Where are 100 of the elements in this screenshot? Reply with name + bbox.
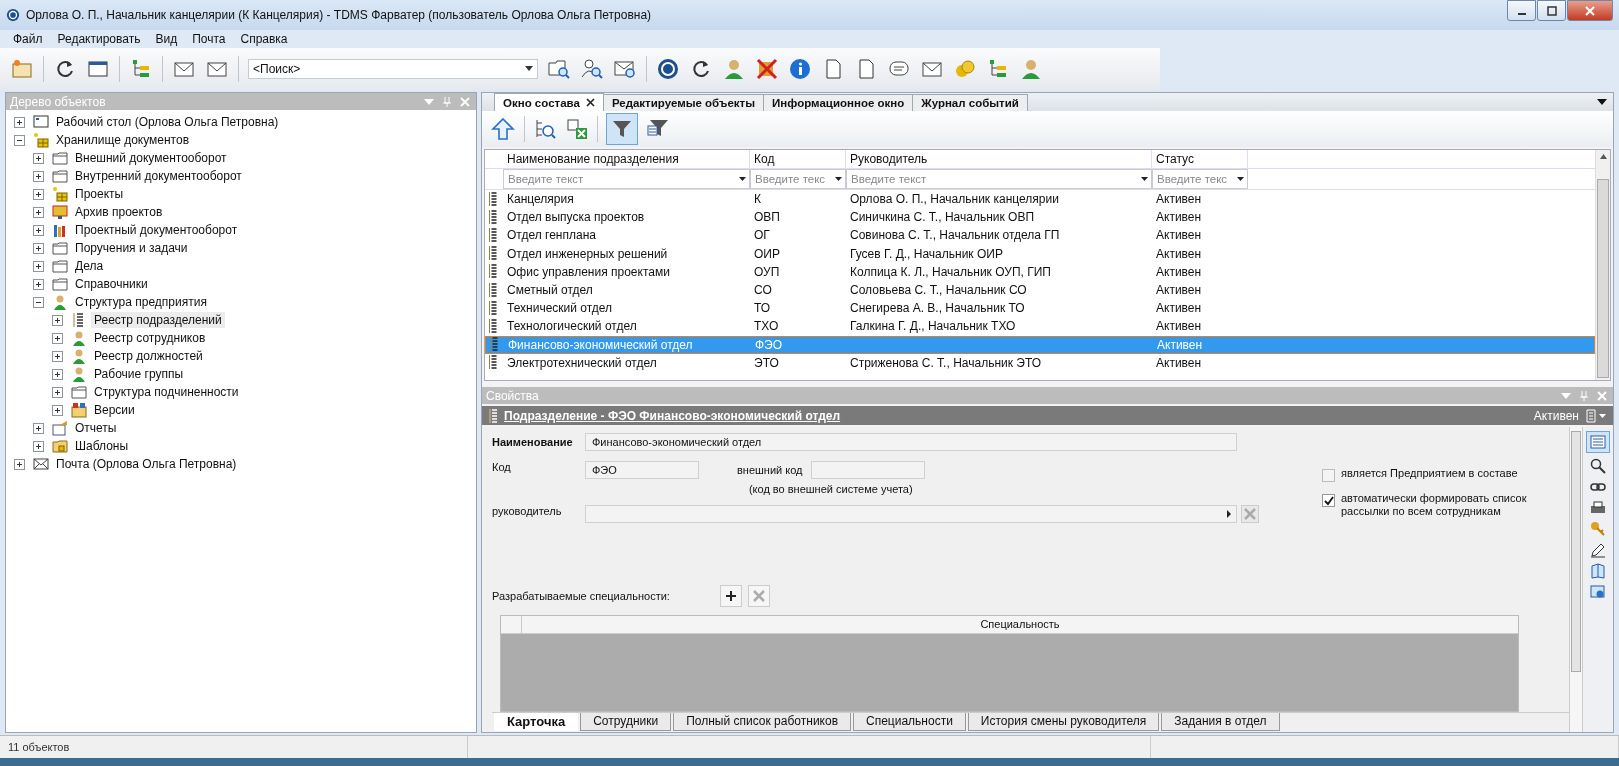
expand-icon[interactable] — [52, 350, 63, 362]
tab[interactable]: Карточка — [494, 713, 579, 731]
menu-item[interactable]: Почта — [185, 32, 233, 46]
tab[interactable]: Редактируемые объекты — [602, 94, 765, 111]
table-row[interactable]: Технический отдел ТО Снегирева А. В., Начальник ТО Активен — [485, 299, 1595, 318]
menu-item[interactable]: Редактировать — [50, 32, 148, 46]
column-header[interactable]: Наименование подразделения — [503, 150, 750, 168]
filter-field[interactable]: Введите текст — [503, 169, 750, 189]
pencil-icon[interactable] — [1590, 542, 1606, 558]
tree-item[interactable]: Почта (Орлова Ольга Петровна) — [53, 456, 240, 472]
tab[interactable]: Задания в отдел — [1161, 713, 1280, 731]
table-row[interactable]: Канцелярия К Орлова О. П., Начальник канцелярии Активен — [485, 190, 1595, 209]
minimize-button[interactable] — [1507, 0, 1536, 21]
dropdown-icon[interactable] — [835, 177, 842, 182]
close-button[interactable] — [1567, 0, 1613, 21]
tab[interactable]: Сотрудники — [580, 713, 672, 731]
expand-icon[interactable] — [52, 314, 63, 326]
expand-icon[interactable] — [14, 458, 25, 470]
menu-item[interactable]: Файл — [6, 32, 50, 46]
tab[interactable]: Информационное окно — [763, 94, 914, 111]
column-header[interactable]: Статус — [1152, 150, 1248, 168]
expand-icon[interactable] — [33, 170, 44, 182]
person-icon[interactable] — [722, 57, 746, 81]
plus-icon[interactable] — [725, 590, 737, 602]
tree-item[interactable]: Поручения и задачи — [72, 240, 191, 256]
tree-item[interactable]: Реестр должностей — [91, 348, 206, 364]
filter-field[interactable]: Введите текс — [1152, 169, 1248, 189]
expand-icon[interactable] — [33, 206, 44, 218]
expand-icon[interactable] — [33, 242, 44, 254]
external-code-field[interactable] — [810, 461, 925, 479]
expand-icon[interactable] — [33, 152, 44, 164]
tree-item[interactable]: Шаблоны — [72, 438, 132, 454]
tab[interactable]: Окно состава — [494, 93, 604, 111]
expand-icon[interactable] — [52, 404, 63, 416]
menu-item[interactable]: Вид — [148, 32, 185, 46]
close-icon[interactable] — [585, 98, 595, 107]
excel-export-icon[interactable] — [565, 117, 589, 141]
dropdown-icon[interactable] — [1141, 177, 1148, 182]
tree-item[interactable]: Проекты — [72, 186, 127, 202]
maximize-button[interactable] — [1537, 0, 1566, 21]
collapse-icon[interactable] — [14, 134, 25, 146]
up-arrow-icon[interactable] — [490, 116, 516, 142]
tree-item[interactable]: Рабочий стол (Орлова Ольга Петровна) — [53, 114, 282, 130]
tab[interactable]: Полный список работников — [673, 713, 851, 731]
tab[interactable]: История смены руководителя — [967, 713, 1160, 731]
dropdown-icon[interactable] — [1597, 98, 1607, 106]
scrollbar[interactable] — [1595, 150, 1610, 380]
arrow-right-icon[interactable] — [1226, 510, 1232, 518]
person-icon[interactable] — [1019, 57, 1043, 81]
add-button[interactable] — [720, 585, 742, 607]
table-row[interactable]: Технологический отдел ТХО Галкина Г. Д., Начальник ТХО Активен — [485, 317, 1595, 336]
dropdown-icon[interactable] — [525, 66, 533, 72]
expand-icon[interactable] — [52, 386, 63, 398]
dropdown-icon[interactable] — [739, 177, 746, 182]
settings-icon[interactable] — [1590, 584, 1606, 600]
tree-item[interactable]: Справочники — [72, 276, 151, 292]
filter-field[interactable]: Введите текст — [846, 169, 1152, 189]
expand-icon[interactable] — [14, 116, 25, 128]
column-header[interactable]: Код — [750, 150, 846, 168]
tree-item[interactable]: Структура подчиненности — [91, 384, 242, 400]
code-field[interactable]: ФЭО — [585, 461, 699, 479]
globe-icon[interactable] — [656, 57, 680, 81]
info-icon[interactable] — [788, 57, 812, 81]
expand-icon[interactable] — [33, 278, 44, 290]
tree-item[interactable]: Хранилище документов — [53, 132, 193, 148]
maximize-icon[interactable] — [1546, 5, 1557, 16]
name-field[interactable]: Финансово-экономический отдел — [585, 433, 1237, 451]
collapse-icon[interactable] — [33, 296, 44, 308]
search-field[interactable]: <Поиск> — [248, 59, 538, 79]
tree-item[interactable]: Проектный документооборот — [72, 222, 241, 238]
tree-item[interactable]: Отчеты — [72, 420, 120, 436]
dropdown-icon[interactable] — [1237, 177, 1244, 182]
person-search-icon[interactable] — [580, 57, 604, 81]
column-header[interactable]: Руководитель — [846, 150, 1152, 168]
tree-item[interactable]: Внешний документооборот — [72, 150, 230, 166]
folder-search-icon[interactable] — [547, 57, 571, 81]
cross-icon[interactable] — [755, 57, 779, 81]
tree-item[interactable]: Рабочие группы — [91, 366, 187, 382]
table-row[interactable]: Сметный отдел СО Соловьева С. Т., Начальник СО Активен — [485, 280, 1595, 300]
table-row[interactable]: Электротехнический отдел ЭТО Стриженова С. Т., Начальник ЭТО Активен — [485, 353, 1595, 372]
tab[interactable]: Журнал событий — [912, 94, 1028, 111]
object-title[interactable]: Подразделение - ФЭО Финансово-экономический отдел — [504, 408, 841, 423]
document-menu-icon[interactable] — [1585, 408, 1607, 423]
manager-field[interactable] — [585, 505, 1237, 523]
tab[interactable]: Специальности — [853, 713, 966, 731]
scroll-up-icon[interactable] — [1599, 154, 1607, 159]
tree-search-icon[interactable] — [533, 117, 557, 141]
expand-icon[interactable] — [33, 224, 44, 236]
filter-field[interactable]: Введите текс — [750, 169, 846, 189]
tree-item[interactable]: Дела — [72, 258, 107, 274]
checkbox[interactable] — [1322, 494, 1335, 507]
scrollbar[interactable] — [1569, 427, 1582, 732]
table-row[interactable]: Отдел генплана ОГ Совинова С. Т., Начальник отдела ГП Активен — [485, 226, 1595, 245]
expand-icon[interactable] — [52, 332, 63, 344]
table-row[interactable]: Отдел инженерных решений ОИР Гусев Г. Д., Начальник ОИР Активен — [485, 244, 1595, 263]
tree-item[interactable]: Реестр подразделений — [91, 312, 225, 328]
key-icon[interactable] — [1590, 521, 1606, 537]
expand-icon[interactable] — [33, 440, 44, 452]
expand-icon[interactable] — [33, 188, 44, 200]
table-row[interactable]: Отдел выпуска проектов ОВП Синичкина С. Т., Начальник ОВП Активен — [485, 208, 1595, 227]
